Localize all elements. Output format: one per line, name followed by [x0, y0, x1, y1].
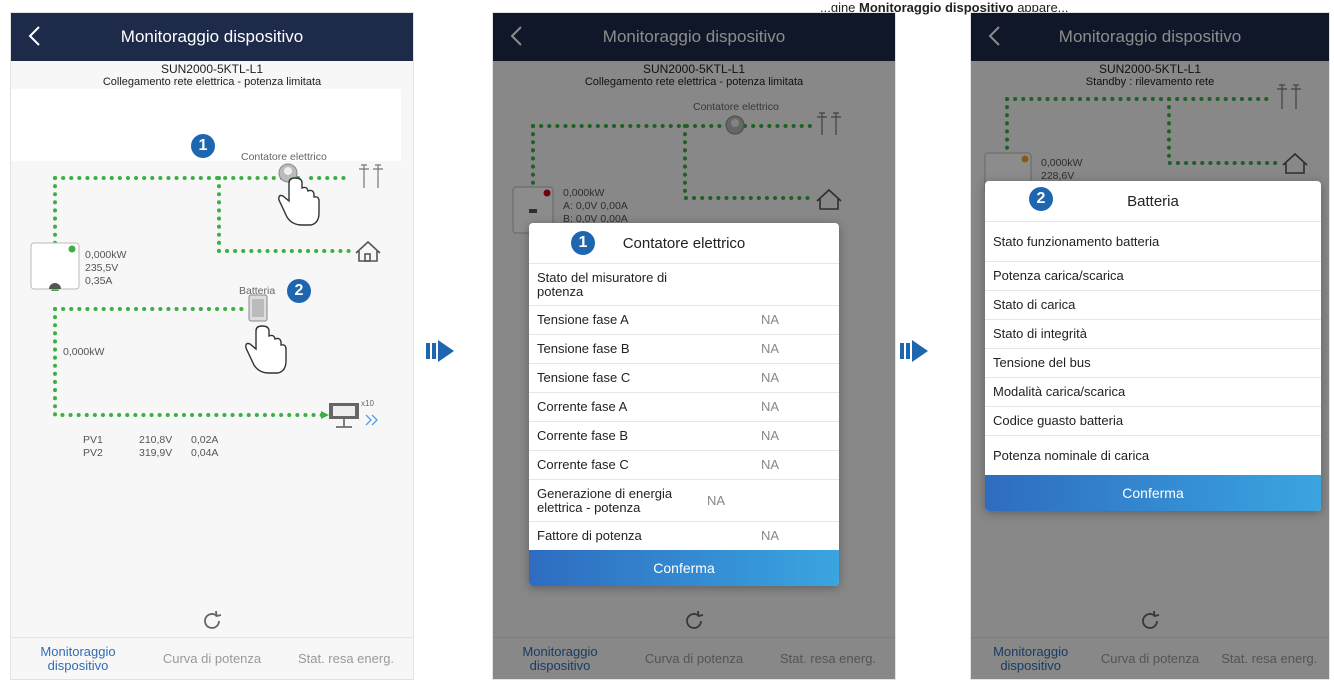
pv-current: 0,04A	[191, 447, 219, 459]
row-value: NA	[761, 428, 780, 443]
battery-power: 0,000kW	[63, 346, 105, 358]
hand-pointer-icon	[278, 177, 320, 226]
dialog-row: Codice guasto batteria	[985, 406, 1321, 435]
row-label: Corrente fase A	[537, 399, 628, 414]
pv-readings: PV1 210,8V 0,02A PV2 319,9V 0,04A	[83, 434, 218, 460]
confirm-button[interactable]: Conferma	[985, 475, 1321, 511]
bottom-nav: Monitoraggio dispositivo Curva di potenz…	[11, 637, 413, 679]
expand-arrows-icon	[365, 414, 378, 426]
step-badge-1: 1	[191, 134, 215, 158]
pv-count: x10	[361, 399, 374, 408]
row-label: Stato di integrità	[993, 326, 1087, 341]
row-value: NA	[761, 370, 780, 385]
inverter-voltage: 235,5V	[85, 262, 119, 274]
dialog-row: Modalità carica/scarica	[985, 377, 1321, 406]
row-value: NA	[761, 341, 780, 356]
row-value: NA	[707, 492, 726, 508]
screen-device-monitoring: Monitoraggio dispositivo SUN2000-5KTL-L1…	[10, 12, 414, 680]
row-label: Stato funzionamento batteria	[993, 233, 1160, 249]
dialog-row: Stato di carica	[985, 290, 1321, 319]
row-value: NA	[761, 528, 780, 543]
dialog-header: 2 Batteria	[985, 181, 1321, 221]
step-badge-2: 2	[1029, 187, 1053, 211]
pv-current: 0,02A	[191, 434, 219, 446]
step-badge-1: 1	[571, 231, 595, 255]
inverter-current: 0,35A	[85, 275, 113, 287]
confirm-button[interactable]: Conferma	[529, 550, 839, 586]
power-pylon-icon	[359, 164, 383, 188]
flow-line-home	[217, 176, 353, 253]
row-label: Potenza nominale di carica	[993, 447, 1150, 463]
pv-voltage: 210,8V	[139, 434, 173, 446]
row-label: Tensione fase A	[537, 312, 629, 327]
arrow-right-icon	[426, 340, 454, 362]
dialog-row: Tensione fase C NA	[529, 363, 839, 392]
dialog-title: Contatore elettrico	[622, 234, 746, 252]
row-label: Stato di carica	[993, 297, 1076, 312]
step-badge-2: 2	[287, 279, 311, 303]
dialog-row: Stato del misuratore di potenza	[529, 263, 839, 305]
pv-name: PV1	[83, 434, 103, 446]
row-label: Corrente fase C	[537, 457, 629, 472]
dialog-row: Corrente fase A NA	[529, 392, 839, 421]
house-icon	[355, 240, 381, 262]
dialog-row: Tensione del bus	[985, 348, 1321, 377]
dialog-header: 1 Contatore elettrico	[529, 223, 839, 263]
inverter-readings: 0,000kW 235,5V 0,35A	[85, 249, 126, 288]
row-label: Potenza carica/scarica	[993, 268, 1124, 283]
row-label: Stato del misuratore di potenza	[537, 269, 668, 299]
inverter-icon	[30, 242, 80, 290]
screen-battery-dialog: Monitoraggio dispositivo SUN2000-5KTL-L1…	[970, 12, 1330, 680]
battery-dialog: 2 Batteria Stato funzionamento batteria …	[985, 181, 1321, 511]
tab-energy-stats[interactable]: Stat. resa energ.	[279, 638, 413, 679]
dialog-row: Fattore di potenza NA	[529, 521, 839, 550]
dialog-row: Potenza carica/scarica	[985, 261, 1321, 290]
row-label: Fattore di potenza	[537, 528, 642, 543]
arrow-right-icon	[900, 340, 928, 362]
row-label: Codice guasto batteria	[993, 413, 1124, 428]
battery-icon	[248, 294, 268, 322]
inverter-power: 0,000kW	[85, 249, 127, 261]
tab-power-curve[interactable]: Curva di potenza	[145, 638, 279, 679]
pv-row: PV1 210,8V 0,02A	[83, 434, 218, 447]
meter-label[interactable]: Contatore elettrico	[241, 151, 327, 163]
row-value: NA	[761, 312, 780, 327]
dialog-title: Batteria	[1127, 192, 1179, 210]
screen-meter-dialog: Monitoraggio dispositivo SUN2000-5KTL-L1…	[492, 12, 896, 680]
dialog-row: Potenza nominale di carica	[985, 435, 1321, 475]
row-label: Generazione di energia elettrica - poten…	[537, 485, 673, 515]
meter-dialog: 1 Contatore elettrico Stato del misurato…	[529, 223, 839, 586]
row-label: Tensione fase C	[537, 370, 631, 385]
row-label: Tensione fase B	[537, 341, 630, 356]
pv-row: PV2 319,9V 0,04A	[83, 447, 218, 460]
row-label: Corrente fase B	[537, 428, 629, 443]
row-value: NA	[761, 399, 780, 414]
dialog-row: Generazione di energia elettrica - poten…	[529, 479, 839, 521]
dialog-row: Tensione fase B NA	[529, 334, 839, 363]
refresh-icon[interactable]	[200, 609, 224, 633]
dialog-row: Tensione fase A NA	[529, 305, 839, 334]
row-label: Tensione del bus	[993, 355, 1091, 370]
tab-device-monitoring[interactable]: Monitoraggio dispositivo	[11, 638, 145, 679]
row-label: Modalità carica/scarica	[993, 384, 1126, 399]
battery-label[interactable]: Batteria	[239, 285, 275, 297]
dialog-row: Stato di integrità	[985, 319, 1321, 348]
dialog-row: Corrente fase C NA	[529, 450, 839, 479]
pv-name: PV2	[83, 447, 103, 459]
pv-voltage: 319,9V	[139, 447, 173, 459]
energy-flow-diagram	[11, 89, 401, 428]
flow-arrow-left	[321, 411, 329, 419]
hand-pointer-icon	[245, 325, 287, 374]
dialog-row: Stato funzionamento batteria	[985, 221, 1321, 261]
row-value: NA	[761, 457, 780, 472]
dialog-row: Corrente fase B NA	[529, 421, 839, 450]
